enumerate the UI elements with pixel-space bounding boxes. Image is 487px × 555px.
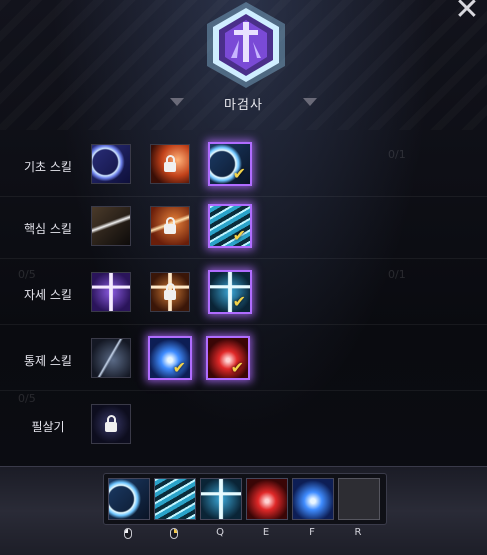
class-name-title: 마검사 [224, 98, 263, 113]
light-streak-icon[interactable]: ✔ [208, 204, 252, 248]
check-icon: ✔ [232, 226, 246, 245]
skill-hotbar: Q E F R [0, 466, 487, 555]
class-emblem-icon [207, 2, 285, 88]
purple-sword-cross-icon[interactable] [91, 272, 131, 312]
lock-icon [164, 217, 176, 234]
check-icon: ✔ [172, 358, 186, 377]
skill-row-stance: 자세 스킬 ✔ [0, 262, 487, 325]
hotbar-slot-bright-wave-icon[interactable] [108, 478, 150, 520]
hotbar-slot-blue-burst-icon[interactable] [292, 478, 334, 520]
hotbar-slot-empty[interactable] [338, 478, 380, 520]
sword-slash-icon[interactable] [91, 206, 131, 246]
crescent-wave-icon[interactable] [91, 144, 131, 184]
orange-sword-cross-locked-icon[interactable] [150, 272, 190, 312]
hotbar-slot-light-streak-icon[interactable] [154, 478, 196, 520]
skill-row-core: 핵심 스킬 ✔ [0, 196, 487, 259]
dark-ultimate-locked-icon[interactable] [91, 404, 131, 444]
fire-orb-locked-icon[interactable] [150, 144, 190, 184]
close-button[interactable]: ✕ [451, 0, 483, 26]
check-icon: ✔ [232, 292, 246, 311]
row-label: 자세 스킬 [24, 288, 72, 302]
hotbar-slot-blue-sword-cross-icon[interactable] [200, 478, 242, 520]
skill-row-control: 통제 스킬 ✔ ✔ [0, 328, 487, 391]
row-label: 기초 스킬 [24, 160, 72, 174]
lock-icon [164, 155, 176, 172]
left-divider-arrow-icon [170, 98, 184, 106]
bright-wave-icon[interactable]: ✔ [208, 142, 252, 186]
red-burst-icon[interactable]: ✔ [206, 336, 250, 380]
blue-burst-icon[interactable]: ✔ [148, 336, 192, 380]
hotbar-key-e: E [262, 527, 270, 538]
row-label: 필살기 [31, 420, 65, 434]
lock-icon [105, 415, 117, 432]
mouse-left-icon [124, 528, 132, 539]
blue-sword-cross-icon[interactable]: ✔ [208, 270, 252, 314]
skill-row-ultimate: 필살기 [0, 394, 487, 456]
right-divider-arrow-icon [303, 98, 317, 106]
check-icon: ✔ [232, 164, 246, 183]
hotbar-key-q: Q [216, 527, 224, 538]
row-label: 핵심 스킬 [24, 222, 72, 236]
lock-icon [164, 283, 176, 300]
row-label: 통제 스킬 [24, 354, 72, 368]
skill-panel: ✕ 마검사 0/5 0/1 0/5 0/1 기초 스킬 ✔ 핵심 스킬 ✔ 자세… [0, 0, 487, 555]
hotbar-key-r: R [354, 527, 362, 538]
check-icon: ✔ [230, 358, 244, 377]
hotbar-slot-red-burst-icon[interactable] [246, 478, 288, 520]
mouse-right-icon [170, 528, 178, 539]
hotbar-key-f: F [309, 527, 315, 538]
flame-slash-locked-icon[interactable] [150, 206, 190, 246]
figure-strike-icon[interactable] [91, 338, 131, 378]
hotbar-slots [103, 473, 387, 525]
skill-row-basic: 기초 스킬 ✔ [0, 134, 487, 197]
